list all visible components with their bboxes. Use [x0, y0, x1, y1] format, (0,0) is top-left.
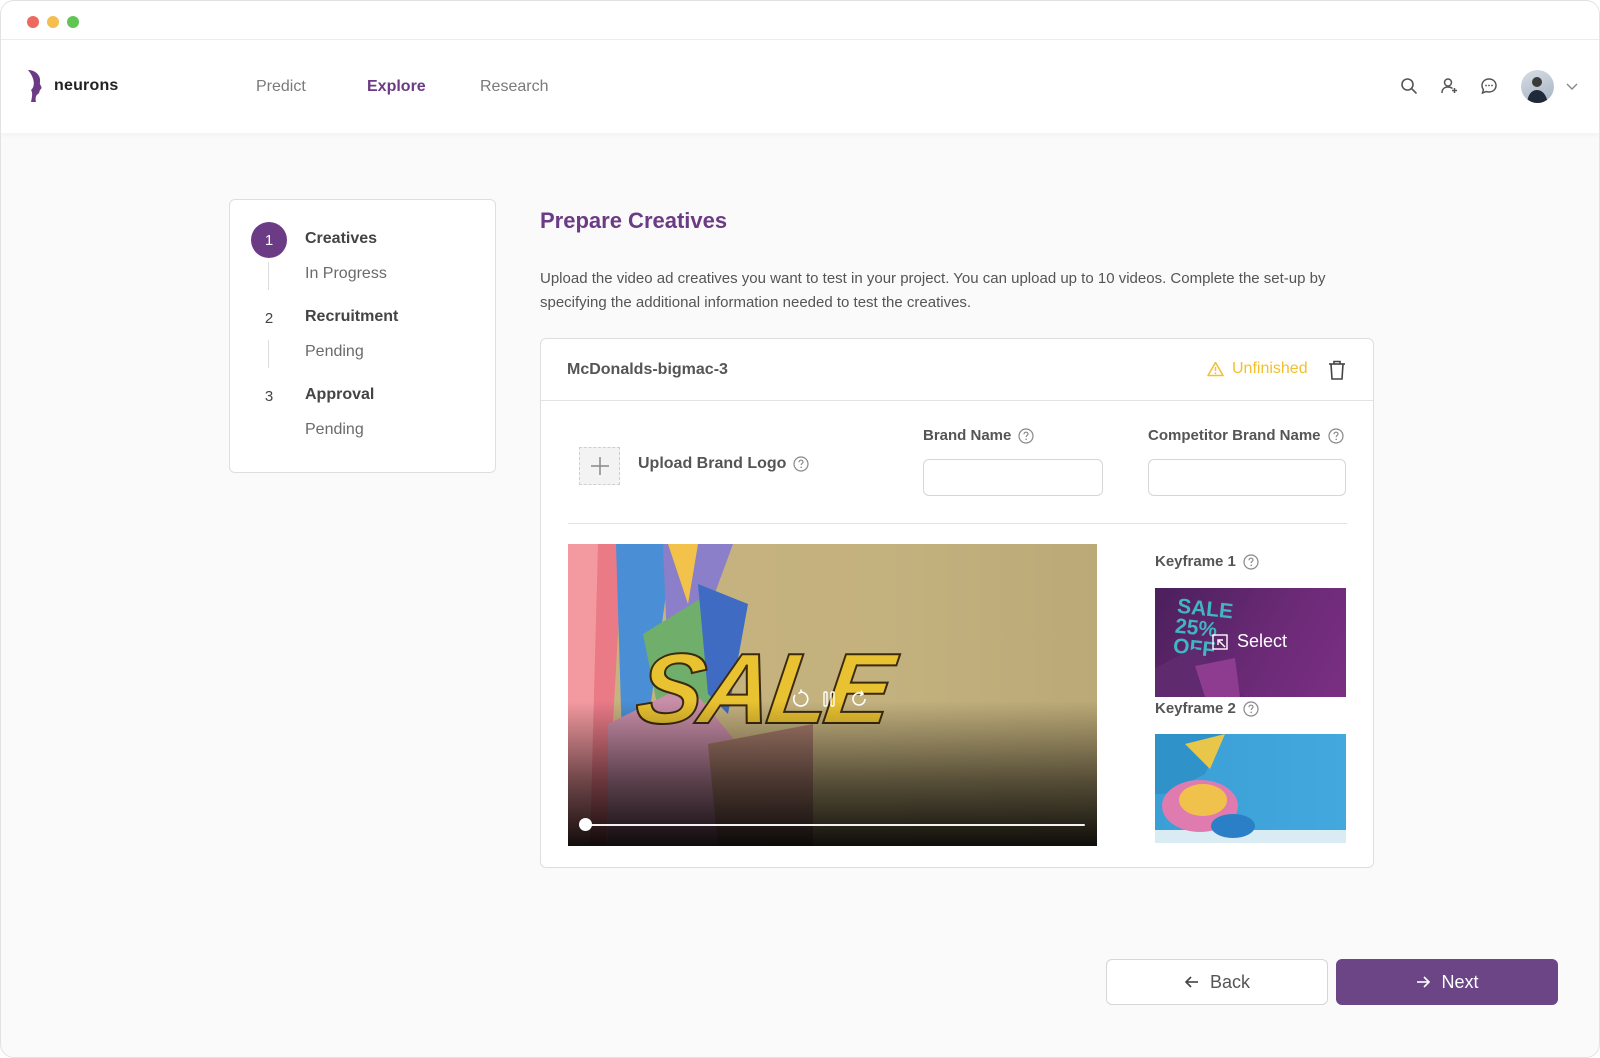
- keyframe-2-label-text: Keyframe 2: [1155, 700, 1236, 717]
- step-2-indicator: 2: [264, 309, 274, 327]
- creative-card-header: McDonalds-bigmac-3 Unfinished: [541, 339, 1373, 401]
- keyframe-1-thumbnail[interactable]: SALE 25% OFF Select: [1155, 588, 1346, 697]
- help-icon[interactable]: [1243, 700, 1259, 717]
- upload-logo-text: Upload Brand Logo: [638, 455, 787, 472]
- section-divider: [568, 523, 1347, 524]
- step-connector: [268, 340, 269, 368]
- status-text: Unfinished: [1232, 360, 1308, 377]
- back-button-label: Back: [1209, 971, 1251, 992]
- keyframe-2-label: Keyframe 2: [1155, 700, 1259, 717]
- app-window: neurons Predict Explore Research 1 Creat…: [0, 0, 1600, 1058]
- minimize-window-button[interactable]: [47, 16, 59, 28]
- keyframe-1-label: Keyframe 1: [1155, 553, 1259, 570]
- warning-icon: [1207, 361, 1224, 377]
- competitor-brand-name-label: Competitor Brand Name: [1148, 427, 1344, 444]
- user-icon[interactable]: [1439, 76, 1459, 96]
- page-title: Prepare Creatives: [540, 208, 728, 233]
- maximize-window-button[interactable]: [67, 16, 79, 28]
- nav-research[interactable]: Research: [480, 78, 548, 96]
- plus-icon: [590, 457, 609, 475]
- avatar[interactable]: [1521, 70, 1554, 103]
- neurons-logo-icon: [28, 70, 42, 102]
- upload-logo-button[interactable]: [579, 447, 620, 485]
- step-3-status: Pending: [305, 421, 364, 438]
- competitor-brand-name-label-text: Competitor Brand Name: [1148, 427, 1321, 444]
- keyframe-select-button[interactable]: Select: [1211, 631, 1287, 652]
- video-progress-handle[interactable]: [579, 818, 592, 831]
- steps-panel: 1 Creatives In Progress 2 Recruitment Pe…: [229, 199, 496, 473]
- keyframe-select-label: Select: [1237, 631, 1288, 651]
- video-progress-bar[interactable]: [585, 824, 1085, 826]
- close-window-button[interactable]: [27, 16, 39, 28]
- search-icon[interactable]: [1399, 76, 1419, 96]
- replay-icon[interactable]: [849, 689, 869, 709]
- top-navbar: neurons Predict Explore Research: [1, 40, 1599, 133]
- next-button[interactable]: Next: [1336, 959, 1558, 1005]
- status-badge: Unfinished: [1207, 360, 1308, 378]
- upload-logo-label: Upload Brand Logo: [638, 455, 810, 473]
- step-2-title[interactable]: Recruitment: [305, 308, 398, 326]
- arrow-left-icon: [1184, 976, 1198, 988]
- brand-name: neurons: [54, 77, 119, 94]
- brand-name-label-text: Brand Name: [923, 427, 1012, 444]
- step-3-title[interactable]: Approval: [305, 386, 374, 404]
- keyframe-2-art: [1155, 734, 1346, 843]
- pause-icon[interactable]: [819, 689, 839, 709]
- competitor-brand-name-input[interactable]: [1148, 459, 1346, 496]
- help-icon[interactable]: [793, 456, 810, 472]
- page-description: Upload the video ad creatives you want t…: [540, 270, 1326, 311]
- video-player[interactable]: SALE: [568, 544, 1097, 846]
- arrow-right-icon: [1417, 976, 1431, 988]
- select-icon: [1212, 633, 1228, 650]
- brand-name-label: Brand Name: [923, 427, 1034, 444]
- next-button-label: Next: [1441, 971, 1479, 992]
- step-1-status: In Progress: [305, 265, 387, 282]
- nav-explore[interactable]: Explore: [367, 78, 426, 96]
- title-bar: [1, 1, 1599, 40]
- step-connector: [268, 262, 269, 290]
- brand-name-input[interactable]: [923, 459, 1103, 496]
- trash-icon[interactable]: [1326, 359, 1348, 381]
- chat-icon[interactable]: [1479, 76, 1499, 96]
- nav-predict[interactable]: Predict: [256, 78, 306, 96]
- help-icon[interactable]: [1243, 553, 1259, 570]
- brand-logo[interactable]: neurons: [25, 68, 119, 104]
- step-1-title[interactable]: Creatives: [305, 230, 377, 248]
- step-3-indicator: 3: [264, 387, 274, 405]
- help-icon[interactable]: [1327, 427, 1344, 444]
- creative-file-name: McDonalds-bigmac-3: [567, 361, 728, 378]
- rewind-icon[interactable]: [791, 689, 811, 709]
- step-2-status: Pending: [305, 343, 364, 360]
- help-icon[interactable]: [1018, 427, 1034, 444]
- creative-card: McDonalds-bigmac-3 Unfinished Upload Bra…: [540, 338, 1374, 868]
- back-button[interactable]: Back: [1106, 959, 1328, 1005]
- step-1-indicator: 1: [251, 222, 287, 258]
- chevron-down-icon[interactable]: [1564, 78, 1580, 94]
- keyframe-2-thumbnail[interactable]: [1155, 734, 1346, 843]
- keyframe-1-label-text: Keyframe 1: [1155, 553, 1236, 570]
